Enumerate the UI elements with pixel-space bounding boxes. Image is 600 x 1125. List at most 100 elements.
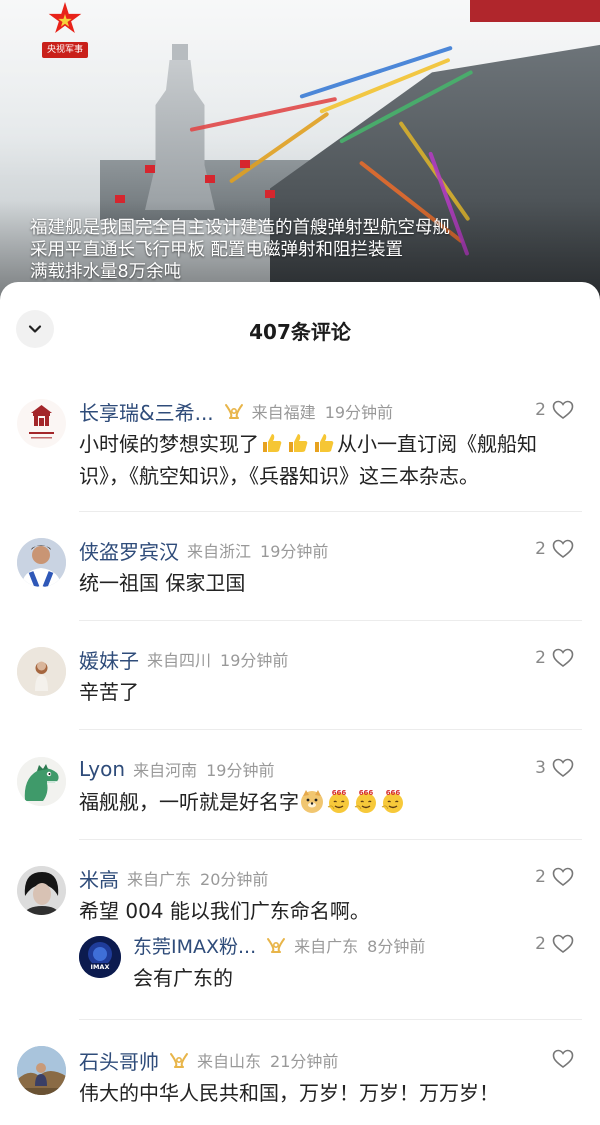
666-emoji-icon: 666 [354, 789, 376, 813]
video-caption: 福建舰是我国完全自主设计建造的首艘弹射型航空母舰 采用平直通长飞行甲板 配置电磁… [30, 217, 450, 283]
flag [205, 175, 215, 183]
svg-text:666: 666 [359, 789, 374, 797]
location: 来自四川 [147, 651, 212, 670]
channel-logo: 央视军事 [42, 2, 88, 58]
username[interactable]: 米高 [79, 864, 119, 893]
comment-meta: 侠盗罗宾汉 来自浙江 19分钟前 [79, 536, 582, 564]
vip-badge-icon [170, 1053, 188, 1068]
like-button[interactable]: 2 [535, 648, 574, 668]
comments-sheet: 407条评论 长享瑞&三希... 来自福建 19分钟前 小时候的梦想实现了 从小… [0, 282, 600, 1125]
666-emoji-icon: 666 [327, 789, 349, 813]
caption-line: 采用平直通长飞行甲板 配置电磁弹射和阻拦装置 [30, 240, 404, 260]
flag [240, 160, 250, 168]
reply-body: 东莞IMAX粉... 来自广东 8分钟前 会有广东的 [133, 931, 582, 994]
comment-meta: 米高 来自广东 20分钟前 [79, 864, 582, 892]
like-count: 2 [535, 400, 546, 420]
heart-icon [552, 400, 574, 420]
svg-text:666: 666 [386, 789, 401, 797]
reply-meta: 东莞IMAX粉... 来自广东 8分钟前 [133, 931, 582, 959]
reply-text: 会有广东的 [133, 966, 233, 990]
avatar[interactable] [17, 647, 66, 696]
vip-badge-icon [224, 404, 243, 419]
comment-item: 媛妹子 来自四川 19分钟前 辛苦了 2 [0, 645, 600, 715]
timestamp: 21分钟前 [270, 1052, 339, 1071]
like-count: 3 [535, 758, 546, 778]
comment-item: 石头哥帅 来自山东 21分钟前 伟大的中华人民共和国，万岁！万岁！万万岁！ [0, 1046, 600, 1116]
username[interactable]: 东莞IMAX粉... [133, 932, 256, 959]
location: 来自浙江 [187, 542, 252, 561]
comment-text: 小时候的梦想实现了 从小一直订阅《舰船知识》，《航空知识》，《兵器知识》这三本杂志… [79, 428, 582, 492]
timestamp: 20分钟前 [200, 870, 269, 889]
comment-meta: 长享瑞&三希... 来自福建 19分钟前 [79, 397, 582, 425]
like-button[interactable]: 2 [535, 400, 574, 420]
comment-body: 石头哥帅 来自山东 21分钟前 伟大的中华人民共和国，万岁！万岁！万万岁！ [79, 1046, 582, 1109]
location: 来自河南 [133, 761, 198, 780]
heart-icon [552, 934, 574, 954]
avatar[interactable]: IMAX [79, 936, 121, 978]
like-button[interactable] [552, 1049, 574, 1069]
timestamp: 19分钟前 [324, 403, 394, 422]
heart-icon [552, 539, 574, 559]
divider [79, 839, 582, 840]
timestamp: 8分钟前 [367, 937, 426, 956]
username[interactable]: 媛妹子 [79, 645, 139, 674]
comment-body: 侠盗罗宾汉 来自浙江 19分钟前 统一祖国 保家卫国 [79, 536, 582, 599]
avatar[interactable] [17, 399, 66, 448]
timestamp: 19分钟前 [220, 651, 289, 670]
like-count: 2 [535, 934, 546, 954]
person-photo-icon [17, 866, 66, 915]
like-button[interactable]: 2 [535, 867, 574, 887]
comment-text: 伟大的中华人民共和国，万岁！万岁！万万岁！ [79, 1081, 499, 1105]
sheet-header: 407条评论 [0, 282, 600, 374]
divider [79, 511, 582, 512]
comment-text-part: 福舰舰，一听就是好名字 [79, 790, 299, 814]
comment-item: 长享瑞&三希... 来自福建 19分钟前 小时候的梦想实现了 从小一直订阅《舰船知… [0, 397, 600, 507]
comment-item: Lyon 来自河南 19分钟前 福舰舰，一听就是好名字 666 666 666 3 [0, 755, 600, 825]
heart-icon [552, 648, 574, 668]
heart-icon [552, 867, 574, 887]
avatar[interactable] [17, 757, 66, 806]
comment-text: 统一祖国 保家卫国 [79, 571, 246, 595]
comment-count-title: 407条评论 [249, 320, 351, 344]
comment-text-part: 小时候的梦想实现了 [79, 432, 259, 456]
location: 来自福建 [251, 403, 316, 422]
comment-text: 福舰舰，一听就是好名字 666 666 666 [79, 786, 582, 818]
logo-label: 央视军事 [42, 42, 88, 58]
like-button[interactable]: 2 [535, 539, 574, 559]
svg-text:666: 666 [332, 789, 347, 797]
avatar[interactable] [17, 1046, 66, 1095]
comment-text: 希望 004 能以我们广东命名啊。 [79, 899, 370, 923]
username[interactable]: 侠盗罗宾汉 [79, 536, 179, 565]
username[interactable]: Lyon [79, 757, 125, 781]
flag [265, 190, 275, 198]
location: 来自广东 [127, 870, 192, 889]
comment-body: 长享瑞&三希... 来自福建 19分钟前 小时候的梦想实现了 从小一直订阅《舰船知… [79, 397, 582, 492]
caption-line: 满载排水量8万余吨 [30, 262, 182, 282]
thumbs-up-icon [315, 434, 334, 452]
heart-icon [552, 758, 574, 778]
like-count: 2 [535, 539, 546, 559]
avatar[interactable] [17, 538, 66, 587]
avatar[interactable] [17, 866, 66, 915]
thumbs-up-icon [289, 434, 308, 452]
like-button[interactable]: 2 [535, 934, 574, 954]
comment-body: 媛妹子 来自四川 19分钟前 辛苦了 [79, 645, 582, 708]
divider [79, 729, 582, 730]
player-photo-icon [17, 538, 66, 587]
video-player[interactable]: 福建舰是我国完全自主设计建造的首艘弹射型航空母舰 采用平直通长飞行甲板 配置电磁… [0, 0, 600, 300]
svg-text:IMAX: IMAX [91, 963, 110, 971]
like-button[interactable]: 3 [535, 758, 574, 778]
doge-emoji-icon [301, 790, 323, 813]
timestamp: 19分钟前 [206, 761, 275, 780]
username[interactable]: 石头哥帅 [79, 1046, 159, 1075]
reply-item: IMAX 东莞IMAX粉... 来自广东 8分钟前 会有广东的 2 [79, 934, 582, 1004]
divider [79, 1019, 582, 1020]
location: 来自广东 [294, 937, 359, 956]
vip-badge-icon [267, 938, 286, 953]
username[interactable]: 长享瑞&三希... [79, 397, 214, 426]
comment-text: 辛苦了 [79, 680, 139, 704]
comment-body: Lyon 来自河南 19分钟前 福舰舰，一听就是好名字 666 666 666 [79, 755, 582, 818]
temple-logo-icon [17, 399, 66, 448]
666-emoji-icon: 666 [381, 789, 403, 813]
comment-meta: 媛妹子 来自四川 19分钟前 [79, 645, 582, 673]
